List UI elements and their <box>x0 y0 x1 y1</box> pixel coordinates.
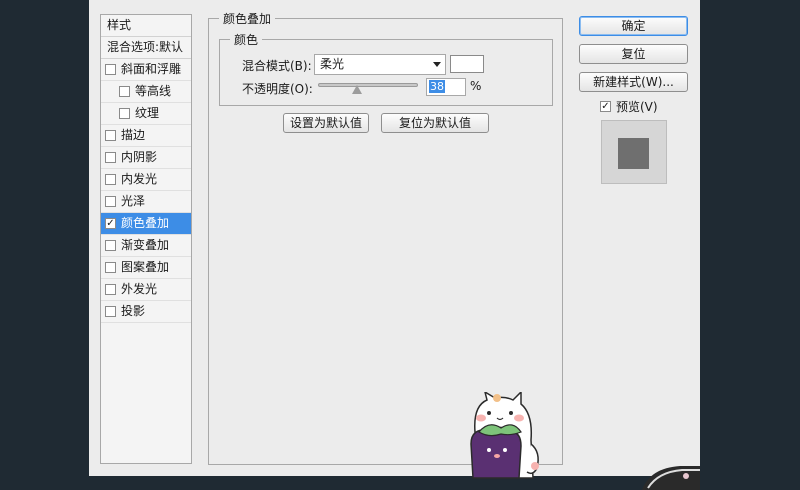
style-item[interactable]: 图案叠加 <box>101 257 191 279</box>
preview-label: 预览(V) <box>616 100 658 114</box>
style-item[interactable]: 外发光 <box>101 279 191 301</box>
style-item-label: 斜面和浮雕 <box>121 62 182 76</box>
style-list: 样式 混合选项:默认 斜面和浮雕等高线纹理描边内阴影内发光光泽 ✓ 颜色叠加渐变叠加… <box>100 14 192 464</box>
style-item-label: 描边 <box>121 128 146 142</box>
checkbox-icon[interactable] <box>105 262 116 273</box>
opacity-label: 不透明度(O): <box>242 82 313 96</box>
style-item[interactable]: 纹理 <box>101 103 191 125</box>
style-item[interactable]: 斜面和浮雕 <box>101 59 191 81</box>
blending-options-item[interactable]: 混合选项:默认 <box>101 37 191 59</box>
reset-default-button[interactable]: 复位为默认值 <box>381 113 489 133</box>
opacity-value: 38 <box>429 80 445 93</box>
style-item[interactable]: 描边 <box>101 125 191 147</box>
style-item[interactable]: 光泽 <box>101 191 191 213</box>
preview-swatch <box>618 138 649 169</box>
style-item-label: 投影 <box>121 304 146 318</box>
style-list-header[interactable]: 样式 <box>101 15 191 37</box>
style-item-label: 渐变叠加 <box>121 238 170 252</box>
style-item[interactable]: 内发光 <box>101 169 191 191</box>
blend-mode-select[interactable]: 柔光 <box>314 54 446 75</box>
style-item[interactable]: 等高线 <box>101 81 191 103</box>
style-item-label: 内发光 <box>121 172 158 186</box>
style-item[interactable]: ✓ 颜色叠加 <box>101 213 191 235</box>
style-item-label: 等高线 <box>135 84 172 98</box>
new-style-button[interactable]: 新建样式(W)... <box>579 72 688 92</box>
checkbox-icon[interactable] <box>105 130 116 141</box>
checkbox-icon[interactable]: ✓ <box>105 218 116 229</box>
panel-title: 颜色叠加 <box>219 10 276 27</box>
opacity-slider[interactable] <box>318 83 418 94</box>
style-item-label: 内阴影 <box>121 150 158 164</box>
preview-checkbox[interactable]: ✓ 预览(V) <box>600 98 658 115</box>
reset-button[interactable]: 复位 <box>579 44 688 64</box>
checkbox-icon[interactable] <box>105 284 116 295</box>
color-group-title: 颜色 <box>230 31 263 48</box>
overlay-color-swatch[interactable] <box>450 55 484 73</box>
checkbox-icon[interactable] <box>105 174 116 185</box>
style-item-label: 纹理 <box>135 106 160 120</box>
partial-artwork-icon <box>642 466 700 490</box>
set-default-button[interactable]: 设置为默认值 <box>283 113 369 133</box>
opacity-slider-thumb[interactable] <box>352 85 362 94</box>
style-preview <box>601 120 667 184</box>
style-item-label: 光泽 <box>121 194 146 208</box>
chevron-down-icon <box>433 62 441 67</box>
checkbox-icon[interactable] <box>119 86 130 97</box>
checkbox-icon[interactable] <box>105 196 116 207</box>
checkbox-icon[interactable] <box>105 64 116 75</box>
layer-style-dialog: 样式 混合选项:默认 斜面和浮雕等高线纹理描边内阴影内发光光泽 ✓ 颜色叠加渐变叠加… <box>89 0 700 476</box>
style-item[interactable]: 投影 <box>101 301 191 323</box>
checkbox-icon[interactable] <box>105 240 116 251</box>
checkbox-icon[interactable] <box>105 152 116 163</box>
style-items: 斜面和浮雕等高线纹理描边内阴影内发光光泽 ✓ 颜色叠加渐变叠加图案叠加外发光投影 <box>101 59 191 323</box>
style-item-label: 颜色叠加 <box>121 216 170 230</box>
style-item-label: 图案叠加 <box>121 260 170 274</box>
checkbox-icon[interactable] <box>105 306 116 317</box>
color-group: 颜色 混合模式(B): 柔光 不透明度(O): 38 % <box>219 31 553 106</box>
checkbox-icon[interactable]: ✓ <box>600 101 611 112</box>
ok-button[interactable]: 确定 <box>579 16 688 36</box>
style-item-label: 外发光 <box>121 282 158 296</box>
style-item[interactable]: 渐变叠加 <box>101 235 191 257</box>
style-item[interactable]: 内阴影 <box>101 147 191 169</box>
percent-sign: % <box>470 79 482 93</box>
opacity-input[interactable]: 38 <box>426 78 466 96</box>
cat-eggplant-sticker-icon <box>470 392 539 479</box>
blend-mode-label: 混合模式(B): <box>242 59 312 73</box>
checkbox-icon[interactable] <box>119 108 130 119</box>
blend-mode-value: 柔光 <box>320 57 345 71</box>
